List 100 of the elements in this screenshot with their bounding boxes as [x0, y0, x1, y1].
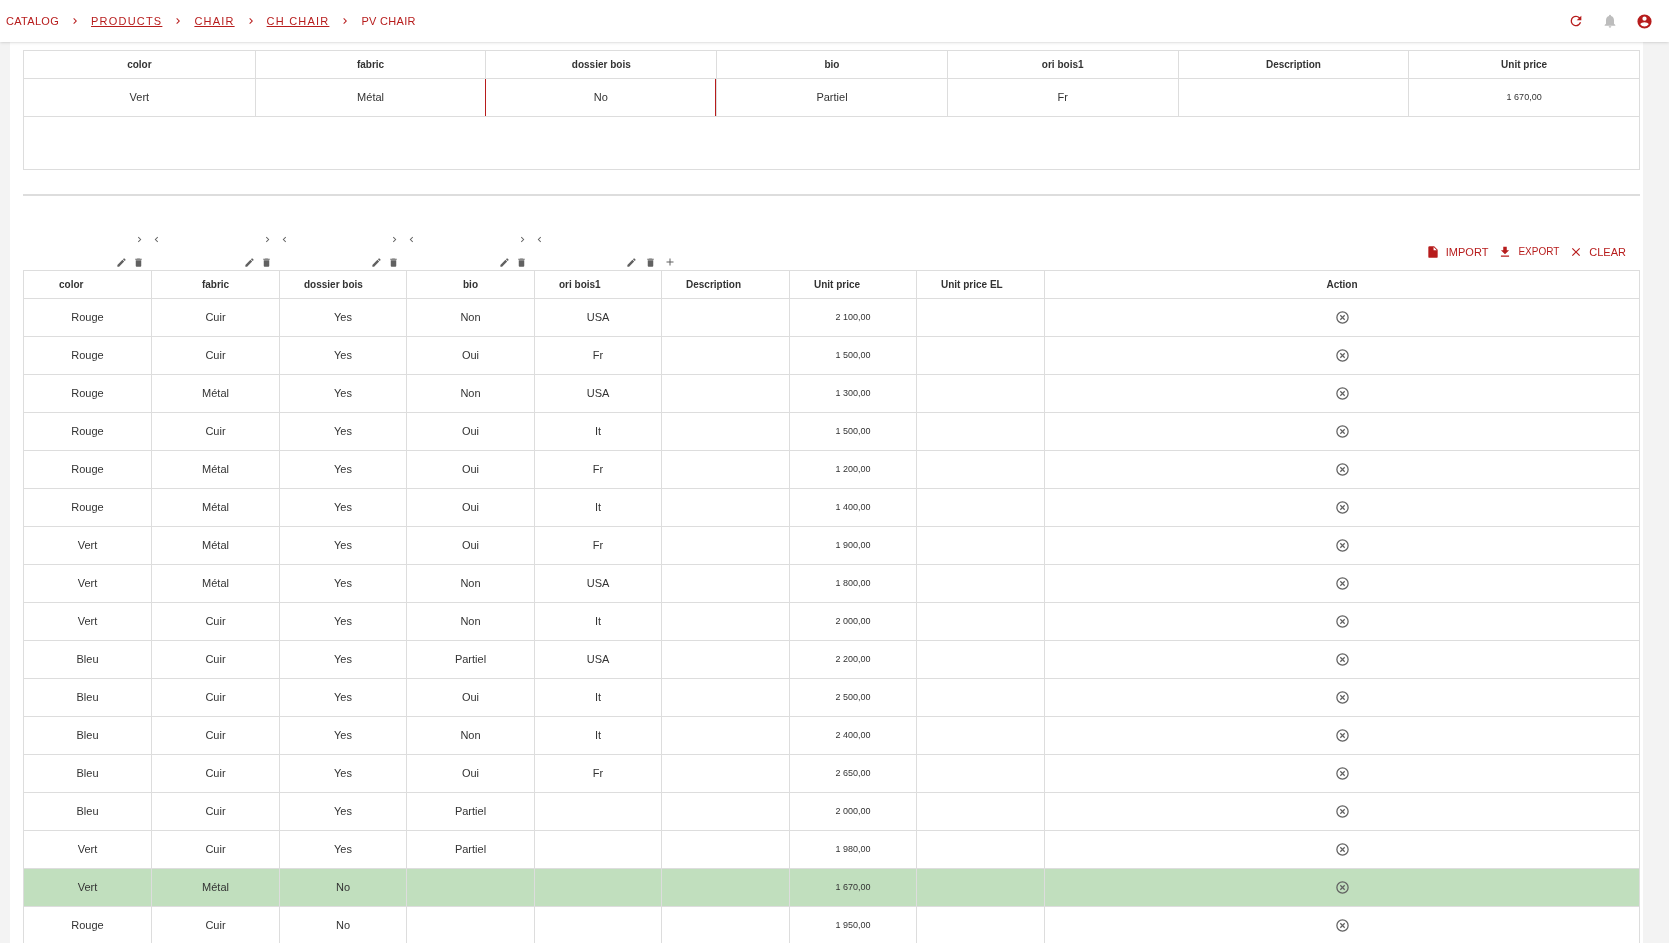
remove-icon[interactable] — [1334, 310, 1350, 325]
table-cell: Métal — [151, 565, 279, 602]
remove-icon[interactable] — [1334, 880, 1350, 895]
table-row[interactable]: Bleu Cuir Yes Non It 2 400,00 — [24, 717, 1639, 755]
table-cell: 1 500,00 — [789, 413, 916, 450]
remove-icon[interactable] — [1334, 424, 1350, 439]
action-button[interactable]: EXPORT — [1498, 244, 1560, 260]
remove-icon[interactable] — [1334, 462, 1350, 477]
table-cell: 2 200,00 — [789, 641, 916, 678]
breadcrumb-item: CATALOG — [6, 13, 60, 29]
table-cell-text: Vert — [76, 614, 99, 630]
file-icon — [1425, 244, 1440, 259]
table-cell-text: Bleu — [75, 690, 100, 706]
table-row[interactable]: Rouge Cuir Yes Oui Fr 1 500,00 — [24, 337, 1639, 375]
remove-icon[interactable] — [1334, 652, 1350, 667]
table-cell: Yes — [279, 831, 406, 868]
column-header: fabric — [254, 51, 486, 78]
table-cell: Cuir — [151, 831, 279, 868]
trash-icon[interactable] — [516, 257, 527, 268]
remove-icon[interactable] — [1334, 538, 1350, 553]
breadcrumb-link[interactable]: CHAIR — [194, 12, 235, 30]
table-cell: 1 980,00 — [789, 831, 916, 868]
table-cell: Non — [406, 603, 534, 640]
trash-icon[interactable] — [645, 256, 656, 268]
table-row[interactable]: Bleu Cuir Yes Partiel USA 2 200,00 — [24, 641, 1639, 679]
table-row[interactable]: Rouge Cuir Yes Non USA 2 100,00 — [24, 299, 1639, 337]
table-cell-text: Rouge — [70, 462, 105, 478]
remove-icon[interactable] — [1334, 918, 1350, 933]
account-icon[interactable] — [1636, 12, 1653, 30]
table-row[interactable]: Vert Cuir Yes Non It 2 000,00 — [24, 603, 1639, 641]
column-header: ori bois1 — [946, 51, 1178, 78]
table-cell: Métal — [151, 527, 279, 564]
table-cell: Yes — [279, 413, 406, 450]
table-cell-text: Rouge — [70, 424, 105, 440]
table-cell: Fr — [534, 451, 661, 488]
table-cell: Cuir — [151, 679, 279, 716]
table-row[interactable]: Bleu Cuir Yes Partiel 2 000,00 — [24, 793, 1639, 831]
table-cell: Non — [406, 299, 534, 336]
action-button[interactable]: IMPORT — [1425, 243, 1489, 260]
column-header: dossier bois — [279, 271, 406, 298]
trash-icon[interactable] — [388, 257, 399, 268]
remove-icon[interactable] — [1334, 500, 1350, 515]
refresh-icon[interactable] — [1568, 13, 1584, 29]
remove-icon[interactable] — [1334, 728, 1350, 743]
table-cell: USA — [534, 641, 661, 678]
remove-icon[interactable] — [1334, 766, 1350, 781]
pencil-icon[interactable] — [116, 257, 127, 268]
remove-icon[interactable] — [1334, 614, 1350, 629]
table-cell: Partiel — [406, 831, 534, 868]
table-cell: 1 800,00 — [789, 565, 916, 602]
table-row[interactable]: Rouge Métal Yes Non USA 1 300,00 — [24, 375, 1639, 413]
table-cell: Oui — [406, 451, 534, 488]
remove-icon[interactable] — [1334, 386, 1350, 401]
table-row[interactable]: Vert Cuir Yes Partiel 1 980,00 — [24, 831, 1639, 869]
table-row[interactable]: Bleu Cuir Yes Oui Fr 2 650,00 — [24, 755, 1639, 793]
table-cell: Métal — [151, 869, 279, 906]
pencil-icon[interactable] — [371, 257, 382, 268]
breadcrumb-link[interactable]: PRODUCTS — [91, 12, 163, 30]
table-row[interactable]: Rouge Métal Yes Oui Fr 1 200,00 — [24, 451, 1639, 489]
table-row[interactable]: Rouge Métal Yes Oui It 1 400,00 — [24, 489, 1639, 527]
table-cell-text: Rouge — [70, 348, 105, 364]
table-row[interactable]: Bleu Cuir Yes Oui It 2 500,00 — [24, 679, 1639, 717]
table-cell: Cuir — [151, 793, 279, 830]
table-cell: 1 900,00 — [789, 527, 916, 564]
table-cell-text: Rouge — [70, 386, 105, 402]
table-cell: Non — [406, 375, 534, 412]
action-button[interactable]: CLEAR — [1569, 243, 1626, 260]
table-cell: 2 500,00 — [789, 679, 916, 716]
table-row[interactable]: Vert Métal Yes Oui Fr 1 900,00 — [24, 527, 1639, 565]
pencil-icon[interactable] — [499, 257, 510, 268]
table-cell: Métal — [151, 489, 279, 526]
remove-icon[interactable] — [1334, 348, 1350, 363]
table-row[interactable]: Vert Métal Yes Non USA 1 800,00 — [24, 565, 1639, 603]
trash-icon[interactable] — [133, 257, 144, 268]
pencil-icon[interactable] — [626, 256, 637, 268]
pencil-icon[interactable] — [244, 257, 255, 268]
breadcrumb-item: PV CHAIR — [361, 13, 416, 29]
table-cell-text: Bleu — [75, 804, 100, 820]
table-cell: Fr — [946, 79, 1178, 116]
remove-icon[interactable] — [1334, 690, 1350, 705]
table-cell: 1 500,00 — [789, 337, 916, 374]
table-row[interactable]: Rouge Cuir Yes Oui It 1 500,00 — [24, 413, 1639, 451]
table-row[interactable]: Vert Métal No 1 670,00 — [24, 869, 1639, 907]
table-cell: It — [534, 603, 661, 640]
table-cell: Cuir — [151, 413, 279, 450]
column-header: ori bois1 — [534, 271, 661, 298]
remove-icon[interactable] — [1334, 576, 1350, 591]
plus-icon[interactable] — [664, 256, 676, 268]
table-cell-text: Rouge — [70, 500, 105, 516]
table-cell: Cuir — [151, 907, 279, 943]
remove-icon[interactable] — [1334, 804, 1350, 819]
column-header: bio — [406, 271, 534, 298]
table-cell: Yes — [279, 299, 406, 336]
table-cell: Oui — [406, 679, 534, 716]
table-cell: Oui — [406, 337, 534, 374]
trash-icon[interactable] — [261, 257, 272, 268]
table-cell: 2 000,00 — [789, 603, 916, 640]
table-cell-text: Rouge — [70, 918, 105, 934]
breadcrumb-link[interactable]: CH CHAIR — [266, 12, 330, 30]
remove-icon[interactable] — [1334, 842, 1350, 857]
